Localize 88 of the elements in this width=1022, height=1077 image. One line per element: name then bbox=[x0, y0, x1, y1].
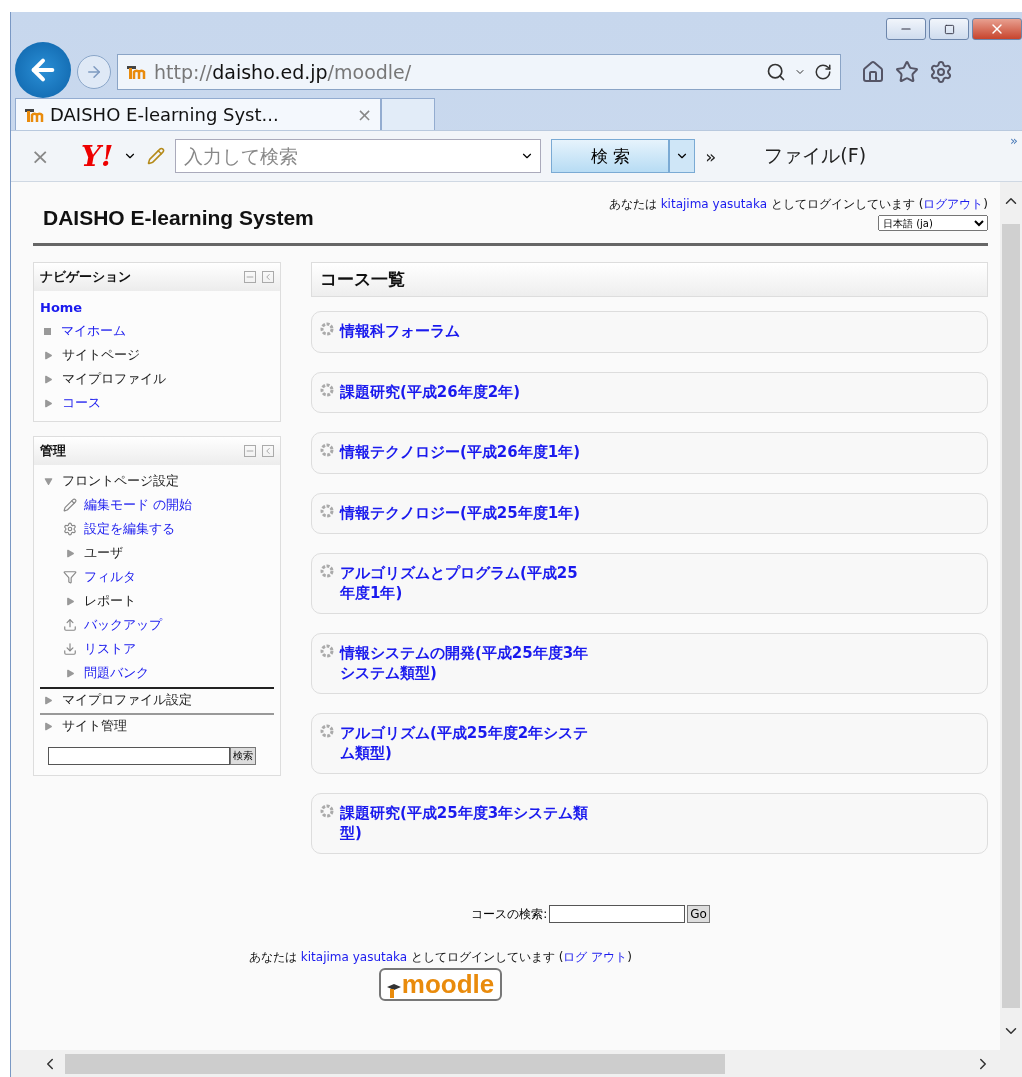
favicon-icon bbox=[126, 64, 146, 80]
tab-title: DAISHO E-learning Syst... bbox=[50, 104, 279, 125]
upload-icon bbox=[62, 618, 78, 632]
file-menu[interactable]: ファイル(F) bbox=[764, 143, 867, 169]
vertical-scrollbar[interactable] bbox=[1000, 182, 1022, 1050]
logout-link[interactable]: ログアウト bbox=[923, 197, 984, 211]
filter-icon bbox=[62, 570, 78, 584]
admin-search-field[interactable] bbox=[48, 747, 230, 765]
login-info: あなたは kitajima yasutaka としてログインしています (ログ アウト) bbox=[249, 949, 632, 966]
dock-icon[interactable] bbox=[262, 445, 274, 457]
refresh-icon[interactable] bbox=[814, 63, 832, 81]
user-link[interactable]: kitajima yasutaka bbox=[300, 950, 408, 964]
course-link[interactable]: 課題研究(平成25年度3年システム類型) bbox=[340, 804, 590, 843]
brand-logo[interactable]: Y! bbox=[81, 139, 114, 173]
back-button[interactable] bbox=[15, 42, 71, 98]
favorites-icon[interactable] bbox=[895, 60, 919, 84]
course-icon bbox=[320, 564, 334, 578]
course-link[interactable]: アルゴリズムとプログラム(平成25年度1年) bbox=[340, 564, 590, 603]
login-info: あなたは kitajima yasutaka としてログインしています (ログアウト) bbox=[608, 196, 988, 213]
go-button[interactable]: Go bbox=[687, 905, 710, 923]
course-icon bbox=[320, 382, 334, 397]
block-title: ナビゲーション bbox=[40, 268, 131, 286]
course-search-field[interactable] bbox=[549, 905, 686, 923]
course-icon bbox=[320, 644, 334, 658]
search-options-button[interactable] bbox=[669, 139, 696, 173]
maximize-button[interactable] bbox=[929, 18, 969, 40]
tree-item[interactable]: レポート bbox=[84, 592, 136, 610]
tree-item[interactable]: マイプロファイル設定 bbox=[62, 691, 192, 709]
course-link[interactable]: 情報テクノロジー(平成25年度1年) bbox=[340, 503, 581, 523]
home-icon[interactable] bbox=[861, 60, 885, 84]
collapse-icon[interactable] bbox=[244, 271, 256, 283]
course-link[interactable]: 情報テクノロジー(平成26年度1年) bbox=[340, 443, 581, 463]
favicon-icon bbox=[24, 106, 44, 123]
new-tab-button[interactable] bbox=[381, 98, 435, 130]
tree-item[interactable]: 問題バンク bbox=[84, 664, 149, 682]
search-input[interactable]: 入力して検索 bbox=[182, 144, 521, 168]
tree-item[interactable]: サイト管理 bbox=[62, 717, 127, 735]
logout-link[interactable]: ログ アウト bbox=[563, 950, 628, 964]
tree-item[interactable]: 編集モード の開始 bbox=[84, 496, 193, 514]
tree-item[interactable]: コース bbox=[62, 394, 101, 412]
settings-icon[interactable] bbox=[929, 60, 953, 84]
tree-item[interactable]: リストア bbox=[84, 640, 136, 658]
bullet-icon bbox=[44, 327, 51, 335]
pencil-icon bbox=[62, 498, 78, 512]
dock-icon[interactable] bbox=[262, 271, 274, 283]
course-icon bbox=[320, 503, 334, 518]
user-link[interactable]: kitajima yasutaka bbox=[660, 197, 767, 211]
course-link[interactable]: アルゴリズム(平成25年度2年システム類型) bbox=[340, 724, 590, 763]
tree-item[interactable]: マイホーム bbox=[61, 322, 126, 340]
course-icon bbox=[320, 804, 334, 818]
overflow-button[interactable]: » bbox=[1010, 133, 1018, 148]
search-field[interactable]: 入力して検索 bbox=[175, 139, 542, 173]
forward-arrow-icon bbox=[85, 63, 103, 81]
tree-item[interactable]: マイプロファイル bbox=[62, 370, 166, 388]
tree-item[interactable]: 設定を編集する bbox=[84, 520, 175, 538]
course-icon bbox=[320, 443, 334, 457]
horizontal-scrollbar[interactable] bbox=[11, 1050, 1022, 1077]
course-link[interactable]: 情報科フォーラム bbox=[340, 322, 460, 342]
block-title: 管理 bbox=[40, 442, 66, 460]
collapse-icon[interactable] bbox=[244, 445, 256, 457]
courses-heading: コース一覧 bbox=[311, 262, 988, 297]
tree-item[interactable]: フィルタ bbox=[84, 568, 136, 586]
course-icon bbox=[320, 724, 334, 738]
course-search-label: コースの検索: bbox=[471, 905, 548, 923]
close-button[interactable] bbox=[972, 18, 1022, 40]
download-icon bbox=[62, 642, 78, 656]
admin-search-button[interactable]: 検索 bbox=[230, 747, 256, 765]
search-button[interactable]: 検 索 bbox=[551, 139, 670, 173]
address-bar[interactable]: http://daisho.ed.jp/moodle/ bbox=[117, 54, 841, 90]
language-select[interactable]: 日本語 (ja) bbox=[878, 215, 988, 231]
gear-icon bbox=[62, 522, 78, 536]
minimize-button[interactable] bbox=[886, 18, 926, 40]
maximize-icon bbox=[943, 23, 955, 35]
course-link[interactable]: 課題研究(平成26年度2年) bbox=[340, 382, 521, 402]
search-icon[interactable] bbox=[766, 62, 786, 82]
course-link[interactable]: 情報システムの開発(平成25年度3年システム類型) bbox=[340, 644, 590, 683]
url-text: http://daisho.ed.jp/moodle/ bbox=[154, 61, 413, 83]
forward-button[interactable] bbox=[77, 55, 111, 89]
tree-item[interactable]: フロントページ設定 bbox=[62, 472, 179, 490]
pencil-icon[interactable] bbox=[147, 147, 166, 165]
tree-item[interactable]: バックアップ bbox=[84, 616, 162, 634]
browser-tab[interactable]: DAISHO E-learning Syst... × bbox=[15, 98, 381, 130]
more-button[interactable]: » bbox=[705, 145, 717, 167]
course-icon bbox=[320, 322, 334, 336]
tree-item[interactable]: Home bbox=[40, 299, 83, 315]
tree-item[interactable]: ユーザ bbox=[84, 544, 123, 562]
tree-item[interactable]: サイトページ bbox=[62, 346, 140, 364]
site-title: DAISHO E-learning System bbox=[43, 206, 314, 230]
